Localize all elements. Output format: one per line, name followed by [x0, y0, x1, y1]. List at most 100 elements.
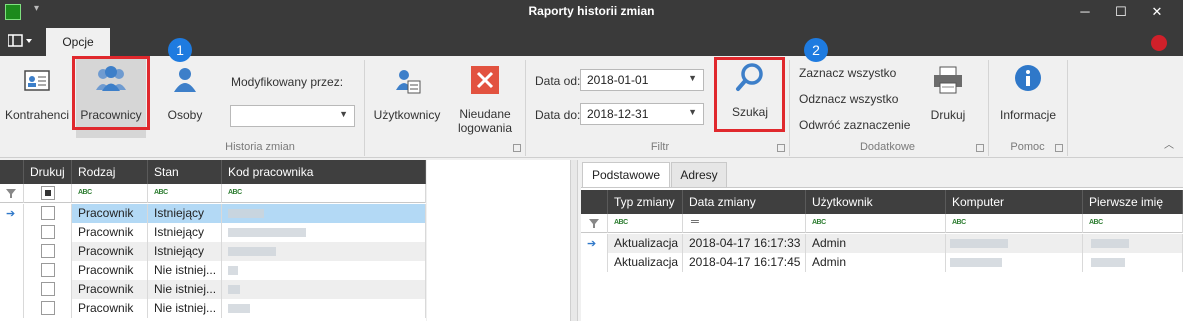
column-header-kod[interactable]: Kod pracownika	[222, 160, 426, 184]
cell-drukuj[interactable]	[24, 204, 72, 223]
cell-drukuj[interactable]	[24, 242, 72, 261]
filter-data-zmiany[interactable]: ═	[683, 214, 806, 233]
print-checkbox[interactable]	[41, 282, 55, 296]
odznacz-wszystko-button[interactable]: Odznacz wszystko	[799, 92, 898, 106]
column-header-komputer[interactable]: Komputer	[946, 190, 1083, 214]
print-checkbox[interactable]	[41, 206, 55, 220]
row-indicator	[0, 223, 24, 242]
table-row[interactable]: Aktualizacja 2018-04-17 16:17:45 Admin	[581, 253, 1183, 272]
cell-rodzaj: Pracownik	[72, 223, 148, 242]
filter-stan[interactable]: ABC	[148, 184, 222, 203]
table-row[interactable]: Pracownik Istniejący	[0, 223, 426, 242]
cell-drukuj[interactable]	[24, 280, 72, 299]
cell-kod	[222, 242, 426, 261]
maximize-icon[interactable]: ☐	[1110, 2, 1132, 22]
redacted-value	[1091, 258, 1125, 267]
filter-drukuj[interactable]	[24, 184, 72, 203]
cell-rodzaj: Pracownik	[72, 204, 148, 223]
filter-kod[interactable]: ABC	[222, 184, 426, 203]
table-row[interactable]: Pracownik Nie istniej...	[0, 280, 426, 299]
filter-checkbox[interactable]	[41, 186, 55, 200]
cell-uzytkownik: Admin	[806, 234, 946, 253]
column-header-stan[interactable]: Stan	[148, 160, 222, 184]
odwroc-zaznaczenie-button[interactable]: Odwróć zaznaczenie	[799, 118, 910, 132]
column-header-typ-zmiany[interactable]: Typ zmiany	[608, 190, 683, 214]
cell-kod	[222, 223, 426, 242]
informacje-button[interactable]: Informacje	[993, 58, 1063, 138]
cell-uzytkownik: Admin	[806, 253, 946, 272]
text-filter-icon: ABC	[228, 189, 242, 196]
text-filter-icon: ABC	[154, 189, 168, 196]
row-indicator	[0, 261, 24, 280]
column-header-data-zmiany[interactable]: Data zmiany	[683, 190, 806, 214]
data-od-label: Data od:	[535, 74, 581, 88]
filter-rodzaj[interactable]: ABC	[72, 184, 148, 203]
kontrahenci-button[interactable]: Kontrahenci	[2, 58, 72, 138]
group-expander-icon[interactable]	[513, 144, 521, 152]
cell-stan: Nie istniej...	[148, 280, 222, 299]
grid-header: Typ zmiany Data zmiany Użytkownik Komput…	[581, 190, 1183, 214]
filter-komputer[interactable]: ABC	[946, 214, 1083, 233]
chevron-down-icon: ▼	[339, 109, 348, 119]
zaznacz-wszystko-button[interactable]: Zaznacz wszystko	[799, 66, 896, 80]
table-row[interactable]: ➔ Aktualizacja 2018-04-17 16:17:33 Admin	[581, 234, 1183, 253]
filter-uzytkownik[interactable]: ABC	[806, 214, 946, 233]
table-row[interactable]: ➔ Pracownik Istniejący	[0, 204, 426, 223]
uzytkownicy-button[interactable]: Użytkownicy	[368, 58, 446, 138]
cell-pierwsze-imie	[1083, 234, 1183, 253]
table-row[interactable]: Pracownik Nie istniej...	[0, 261, 426, 280]
cell-drukuj[interactable]	[24, 261, 72, 280]
filter-icon-cell	[581, 214, 608, 233]
group-expander-icon[interactable]	[1055, 144, 1063, 152]
row-indicator	[0, 299, 24, 318]
group-expander-icon[interactable]	[976, 144, 984, 152]
brand-logo-icon[interactable]	[1151, 35, 1167, 51]
text-filter-icon: ABC	[614, 219, 628, 226]
group-expander-icon[interactable]	[777, 144, 785, 152]
column-header-drukuj[interactable]: Drukuj	[24, 160, 72, 184]
filter-pierwsze-imie[interactable]: ABC	[1083, 214, 1183, 233]
osoby-button[interactable]: Osoby	[152, 58, 218, 138]
print-checkbox[interactable]	[41, 225, 55, 239]
data-od-field[interactable]: 2018-01-01 ▼	[580, 69, 704, 91]
group-label-historia: Historia zmian	[225, 141, 295, 153]
redacted-value	[950, 239, 1008, 248]
highlight-box-1	[72, 56, 150, 130]
modyfikowany-przez-select[interactable]: ▼	[230, 105, 355, 127]
historia-grid: Typ zmiany Data zmiany Użytkownik Komput…	[581, 187, 1183, 321]
drukuj-button[interactable]: Drukuj	[915, 58, 981, 138]
cell-typ-zmiany: Aktualizacja	[608, 253, 683, 272]
cell-rodzaj: Pracownik	[72, 261, 148, 280]
group-separator	[1067, 60, 1068, 156]
row-indicator	[0, 242, 24, 261]
table-row[interactable]: Pracownik Istniejący	[0, 242, 426, 261]
equals-filter-icon: ═	[691, 216, 699, 228]
tab-podstawowe[interactable]: Podstawowe	[582, 162, 670, 187]
print-checkbox[interactable]	[41, 301, 55, 315]
print-checkbox[interactable]	[41, 263, 55, 277]
column-header-rodzaj[interactable]: Rodzaj	[72, 160, 148, 184]
data-do-field[interactable]: 2018-12-31 ▼	[580, 103, 704, 125]
chevron-down-icon: ▼	[688, 73, 697, 83]
cell-komputer	[946, 253, 1083, 272]
filter-typ-zmiany[interactable]: ABC	[608, 214, 683, 233]
close-icon[interactable]: ✕	[1146, 2, 1168, 22]
print-checkbox[interactable]	[41, 244, 55, 258]
minimize-icon[interactable]: ─	[1074, 2, 1096, 22]
tab-opcje[interactable]: Opcje	[46, 28, 110, 56]
column-header-pierwsze-imie[interactable]: Pierwsze imię	[1083, 190, 1183, 214]
splitter[interactable]	[570, 160, 578, 321]
group-separator	[988, 60, 989, 156]
cell-drukuj[interactable]	[24, 223, 72, 242]
app-menu-button[interactable]	[7, 34, 34, 48]
cell-drukuj[interactable]	[24, 299, 72, 318]
group-label-pomoc: Pomoc	[1010, 141, 1045, 153]
collapse-ribbon-icon[interactable]: ︿	[1164, 136, 1174, 151]
table-row[interactable]: Pracownik Nie istniej...	[0, 299, 426, 318]
nieudane-logowania-button[interactable]: Nieudane logowania	[450, 58, 520, 138]
text-filter-icon: ABC	[952, 219, 966, 226]
tab-adresy[interactable]: Adresy	[671, 162, 727, 187]
column-header-uzytkownik[interactable]: Użytkownik	[806, 190, 946, 214]
pracownicy-grid: Drukuj Rodzaj Stan Kod pracownika ABC AB…	[0, 160, 426, 321]
row-indicator-header	[0, 160, 24, 184]
